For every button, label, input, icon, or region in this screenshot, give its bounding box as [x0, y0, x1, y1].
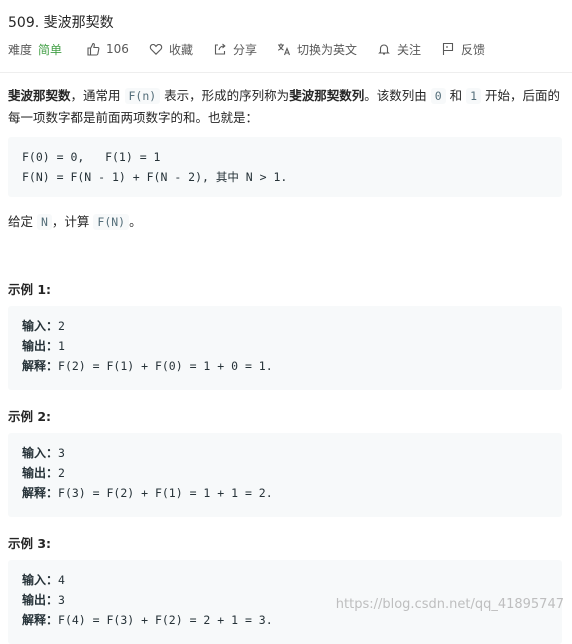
watermark: https://blog.csdn.net/qq_41895747	[335, 597, 564, 612]
input-value: 2	[58, 319, 65, 333]
definition-line: F(0) = 0, F(1) = 1	[22, 150, 161, 164]
desc-text: 。该数列由	[364, 88, 431, 103]
thumbs-up-icon	[86, 42, 100, 56]
definition-code-block: F(0) = 0, F(1) = 1 F(N) = F(N - 1) + F(N…	[8, 137, 562, 197]
input-value: 4	[58, 573, 65, 587]
difficulty-badge: 简单	[38, 42, 63, 57]
example-block: 输入：3 输出：2 解释：F(3) = F(2) + F(1) = 1 + 1 …	[8, 433, 562, 517]
example-block: 输入：2 输出：1 解释：F(2) = F(1) + F(0) = 1 + 0 …	[8, 306, 562, 390]
given-statement: 给定 N ，计算 F(N)。	[8, 211, 142, 233]
follow-label: 关注	[396, 42, 421, 57]
share-icon	[213, 42, 227, 56]
input-value: 3	[58, 446, 65, 460]
header-divider	[0, 72, 572, 73]
share-label: 分享	[232, 42, 257, 57]
inline-code-fn: F(n)	[124, 88, 161, 104]
output-value: 3	[58, 593, 65, 607]
heart-icon	[149, 42, 163, 56]
problem-meta-bar: 难度 简单 106 收藏 分享 切换为英文 关注 反馈	[8, 40, 505, 58]
feedback-label: 反馈	[461, 42, 486, 57]
given-text: ，计算	[51, 214, 94, 229]
translate-label: 切换为英文	[296, 42, 357, 57]
output-label: 输出：	[22, 593, 59, 607]
flag-icon	[441, 42, 455, 56]
desc-text: 和	[445, 88, 467, 103]
inline-code-zero: 0	[430, 88, 446, 104]
output-value: 1	[58, 339, 65, 353]
desc-text: 表示，形成的序列称为	[160, 88, 290, 103]
problem-title: 509. 斐波那契数	[8, 15, 114, 31]
given-text: 。	[129, 214, 142, 229]
definition-line: F(N) = F(N - 1) + F(N - 2), 其中 N > 1.	[22, 170, 288, 184]
term-sequence: 斐波那契数列	[289, 88, 365, 103]
explain-label: 解释：	[22, 486, 59, 500]
input-label: 输入：	[22, 319, 59, 333]
output-label: 输出：	[22, 466, 59, 480]
favorite-label: 收藏	[168, 42, 193, 57]
difficulty-label: 难度	[8, 42, 33, 57]
problem-description: 斐波那契数，通常用 F(n) 表示，形成的序列称为斐波那契数列。该数列由 0 和…	[8, 85, 560, 128]
output-value: 2	[58, 466, 65, 480]
favorite-button[interactable]: 收藏	[149, 41, 193, 58]
input-label: 输入：	[22, 446, 59, 460]
output-label: 输出：	[22, 339, 59, 353]
input-label: 输入：	[22, 573, 59, 587]
inline-code-one: 1	[466, 88, 482, 104]
explain-value: F(3) = F(2) + F(1) = 1 + 1 = 2.	[58, 486, 273, 500]
inline-code-n: N	[36, 214, 52, 230]
term-fibonacci: 斐波那契数	[8, 88, 71, 103]
like-button[interactable]: 106	[86, 42, 129, 56]
translate-button[interactable]: 切换为英文	[277, 41, 357, 58]
likes-count: 106	[106, 42, 129, 56]
example-title: 示例 2:	[8, 409, 52, 424]
explain-label: 解释：	[22, 359, 59, 373]
bell-icon	[377, 42, 391, 56]
feedback-button[interactable]: 反馈	[441, 41, 485, 58]
given-text: 给定	[8, 214, 37, 229]
example-title: 示例 1:	[8, 282, 52, 297]
share-button[interactable]: 分享	[213, 41, 257, 58]
follow-button[interactable]: 关注	[377, 41, 421, 58]
desc-text: ，通常用	[70, 88, 125, 103]
example-title: 示例 3:	[8, 536, 52, 551]
explain-value: F(2) = F(1) + F(0) = 1 + 0 = 1.	[58, 359, 273, 373]
translate-icon	[277, 42, 291, 56]
inline-code-fn: F(N)	[93, 214, 130, 230]
